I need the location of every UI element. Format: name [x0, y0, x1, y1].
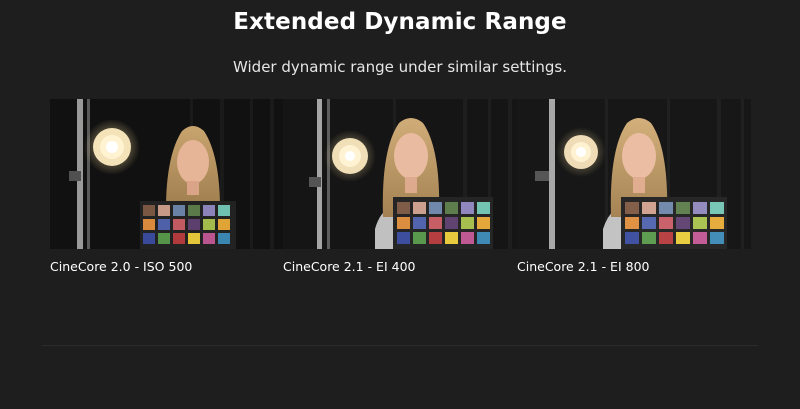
comparison-caption: CineCore 2.0 - ISO 500 [50, 259, 193, 274]
comparison-card: CineCore 2.0 - ISO 500 [50, 99, 284, 274]
comparison-caption: CineCore 2.1 - EI 800 [517, 259, 650, 274]
section-divider [42, 345, 758, 346]
comparison-caption: CineCore 2.1 - EI 400 [283, 259, 416, 274]
comparison-gallery: CineCore 2.0 - ISO 500 CineCore 2.1 - EI… [50, 99, 752, 279]
page-subtitle: Wider dynamic range under similar settin… [233, 58, 567, 76]
comparison-image [50, 99, 284, 249]
page-title: Extended Dynamic Range [233, 9, 567, 35]
comparison-card: CineCore 2.1 - EI 400 [283, 99, 517, 274]
page: Extended Dynamic Range Wider dynamic ran… [0, 0, 800, 409]
comparison-card: CineCore 2.1 - EI 800 [517, 99, 751, 274]
comparison-image [283, 99, 517, 249]
comparison-image [517, 99, 751, 249]
